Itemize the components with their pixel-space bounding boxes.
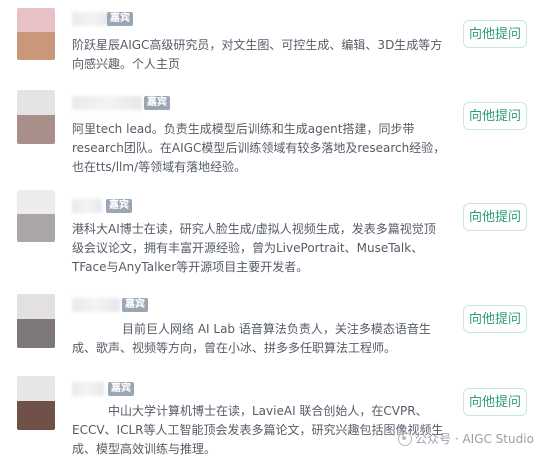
guest-badge: 嘉宾 (144, 96, 170, 110)
expert-card: 嘉宾 阶跃星辰AIGC高级研究员，对文生图、可控生成、编辑、3D生成等方向感兴趣… (0, 0, 560, 90)
expert-card: 嘉宾 目前巨人网络 AI Lab 语音算法负责人，关注多模态语音生成、歌声、视频… (0, 282, 560, 368)
expert-card: 嘉宾 港科大AI博士在读，研究人脸生成/虚拟人视频生成，发表多篇视觉顶级会议论文… (0, 182, 560, 282)
ask-him-button[interactable]: 向他提问 (463, 388, 527, 416)
guest-badge: 嘉宾 (107, 12, 133, 26)
expert-description: 阶跃星辰AIGC高级研究员，对文生图、可控生成、编辑、3D生成等方向感兴趣。个人… (72, 38, 443, 71)
ask-him-button[interactable]: 向他提问 (463, 20, 527, 48)
avatar (17, 90, 55, 144)
avatar (17, 190, 55, 242)
avatar (17, 376, 55, 430)
guest-badge: 嘉宾 (122, 298, 148, 312)
expert-description: 中山大学计算机博士在读，LavieAI 联合创始人，在CVPR、ECCV、ICL… (72, 404, 444, 456)
guest-badge: 嘉宾 (106, 199, 132, 213)
expert-name-blurred (72, 382, 104, 396)
ask-him-button[interactable]: 向他提问 (463, 102, 527, 130)
expert-description: 港科大AI博士在读，研究人脸生成/虚拟人视频生成，发表多篇视觉顶级会议论文，拥有… (72, 222, 436, 274)
watermark-text: 公众号 · AIGC Studio (415, 432, 534, 446)
watermark: 公众号 · AIGC Studio (398, 429, 556, 449)
ask-him-button[interactable]: 向他提问 (463, 203, 527, 231)
ask-him-button[interactable]: 向他提问 (463, 305, 527, 333)
guest-badge: 嘉宾 (108, 382, 134, 396)
avatar (17, 8, 55, 60)
expert-name-blurred (72, 199, 102, 213)
expert-name-blurred (72, 12, 110, 26)
expert-card: 嘉宾 阿里tech lead。负责生成模型后训练和生成agent搭建，同步带re… (0, 90, 560, 182)
expert-name-blurred (72, 96, 142, 110)
expert-name-blurred (72, 298, 120, 312)
expert-description: 目前巨人网络 AI Lab 语音算法负责人，关注多模态语音生成、歌声、视频等方向… (72, 322, 431, 355)
avatar (17, 294, 55, 348)
expert-description: 阿里tech lead。负责生成模型后训练和生成agent搭建，同步带resea… (72, 122, 446, 174)
wechat-official-account-icon (398, 432, 412, 446)
